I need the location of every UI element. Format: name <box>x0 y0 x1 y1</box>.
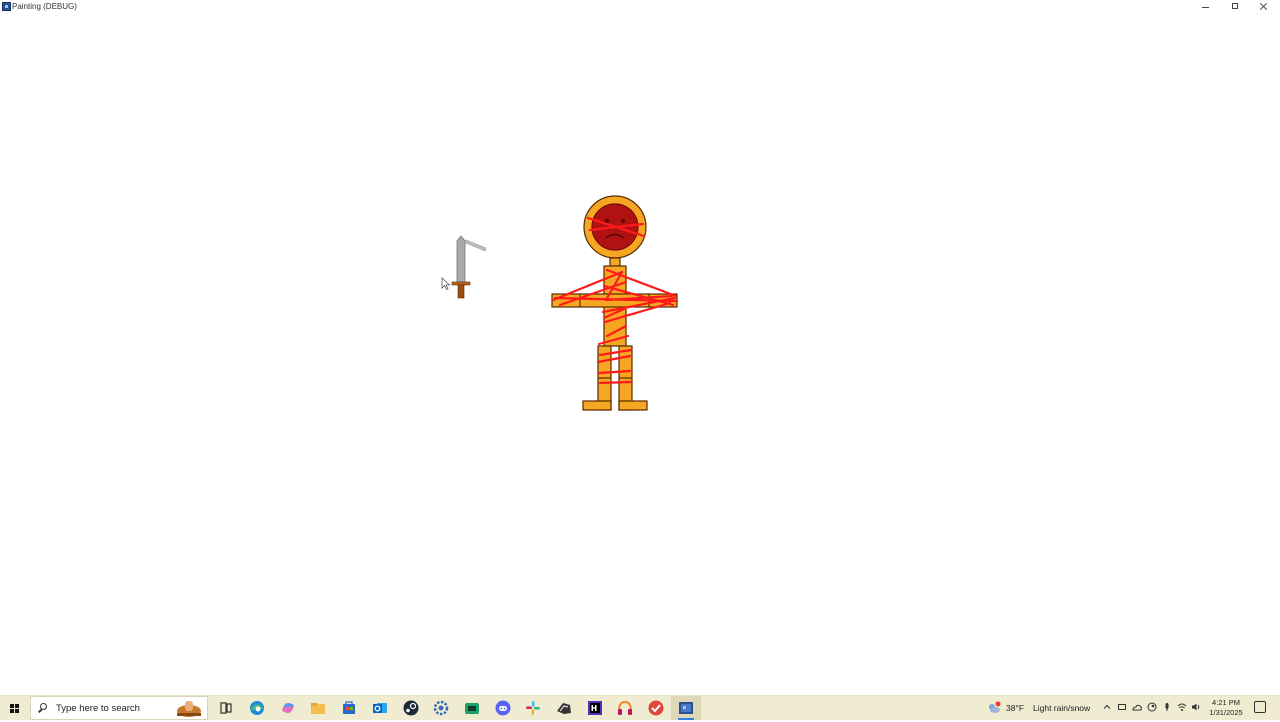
task-view-icon[interactable] <box>217 699 235 717</box>
close-button[interactable] <box>1250 0 1278 14</box>
terminal-icon[interactable] <box>463 699 481 717</box>
mouse-cursor-icon <box>441 277 451 291</box>
sword-crossguard <box>451 281 471 286</box>
microphone-icon[interactable] <box>1162 702 1172 712</box>
painting-app-icon[interactable] <box>677 699 695 717</box>
taskbar: Type here to search 38°F Light rain/snow… <box>0 695 1280 720</box>
sword-grip <box>457 284 465 299</box>
weather-condition[interactable]: Light rain/snow <box>1033 696 1090 720</box>
windows-logo-icon-part <box>15 709 19 713</box>
title-bar[interactable]: Painting (DEBUG) <box>0 0 1280 14</box>
chevron-up-icon[interactable] <box>1102 702 1112 712</box>
sword[interactable] <box>451 235 487 299</box>
volume-icon[interactable] <box>1191 702 1201 712</box>
windows-logo-icon-part <box>10 709 14 713</box>
outlook-icon[interactable] <box>371 699 389 717</box>
onedrive-icon[interactable] <box>1132 702 1142 712</box>
discord-icon[interactable] <box>494 699 512 717</box>
windows-logo-icon <box>10 704 14 708</box>
wifi-icon[interactable] <box>1177 702 1187 712</box>
figure-left-eye <box>605 219 609 223</box>
figure-right-foot <box>618 400 648 411</box>
windows-logo-icon-part <box>15 704 19 708</box>
steam-tray-icon[interactable] <box>1147 702 1157 712</box>
slack-icon[interactable] <box>524 699 542 717</box>
file-explorer-icon[interactable] <box>309 699 327 717</box>
copilot-icon[interactable] <box>279 699 297 717</box>
notification-center-icon[interactable] <box>1254 701 1266 713</box>
window-title: Painting (DEBUG) <box>12 2 77 11</box>
edge-icon[interactable] <box>248 699 266 717</box>
figure-right-eye <box>621 219 625 223</box>
restore-button[interactable] <box>1222 0 1250 14</box>
todo-app-icon[interactable] <box>647 699 665 717</box>
settings-app-icon[interactable] <box>432 699 450 717</box>
scene <box>451 195 678 411</box>
start-button[interactable] <box>0 696 30 720</box>
app-icon <box>2 2 11 11</box>
tray-app-icon[interactable] <box>1117 702 1127 712</box>
rider-icon[interactable] <box>586 699 604 717</box>
taskbar-search-box[interactable]: Type here to search <box>30 696 208 720</box>
search-highlight-icon <box>177 701 201 717</box>
sword-swing-trail <box>465 239 487 252</box>
figure-neck <box>609 257 621 267</box>
search-placeholder: Type here to search <box>56 703 140 714</box>
sword-blade <box>456 235 466 283</box>
figure-left-foot <box>582 400 612 411</box>
weather-temperature[interactable]: 38°F <box>1006 696 1024 720</box>
taskbar-clock[interactable]: 4:21 PM 1/31/2025 <box>1203 698 1249 718</box>
store-icon[interactable] <box>340 699 358 717</box>
unity-icon[interactable] <box>555 699 573 717</box>
steam-icon[interactable] <box>402 699 420 717</box>
search-icon <box>40 703 47 710</box>
headphones-app-icon[interactable] <box>616 699 634 717</box>
clock-time: 4:21 PM <box>1212 698 1240 707</box>
weather-icon[interactable] <box>987 701 1001 715</box>
minimize-button[interactable] <box>1192 0 1220 14</box>
painting-canvas[interactable] <box>0 14 1280 694</box>
clock-date: 1/31/2025 <box>1209 708 1243 717</box>
